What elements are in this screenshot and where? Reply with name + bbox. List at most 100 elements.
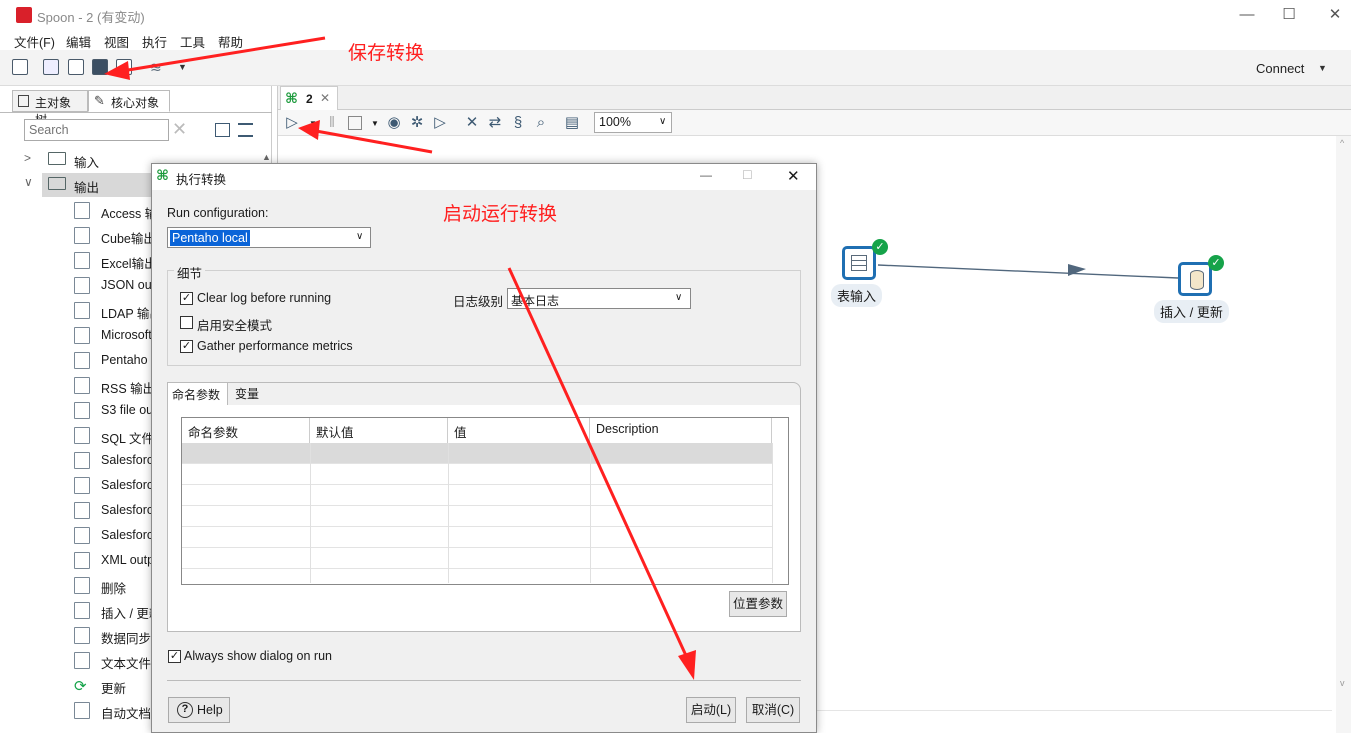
annotation-save-label: 保存转换 xyxy=(348,43,425,64)
success-check-icon: ✓ xyxy=(1208,255,1224,271)
table-row[interactable] xyxy=(182,485,772,506)
tree-item-label: 文本文件 xyxy=(101,657,152,671)
column-header-value: 值 xyxy=(448,418,590,443)
tree-item-label: 更新 xyxy=(101,682,127,696)
menu-edit[interactable]: 编辑 xyxy=(66,32,91,51)
scroll-up-icon[interactable]: ▲ xyxy=(262,152,271,162)
run-configuration-label: Run configuration: xyxy=(167,206,269,220)
divider xyxy=(310,443,311,583)
save-as-icon[interactable] xyxy=(116,59,132,75)
help-button[interactable]: ? Help xyxy=(168,697,230,723)
folder-icon xyxy=(48,152,66,165)
expand-all-icon[interactable] xyxy=(215,123,230,137)
dialog-title: 执行转换 xyxy=(176,173,227,187)
step-label: 表输入 xyxy=(831,284,883,307)
tab-core-objects[interactable]: ✎ 核心对象 xyxy=(88,90,170,112)
step-table-input[interactable] xyxy=(842,246,876,280)
step-insert-update[interactable] xyxy=(1178,262,1212,296)
excel-icon xyxy=(74,327,90,344)
json-icon xyxy=(74,277,90,294)
menu-tools[interactable]: 工具 xyxy=(180,32,205,51)
document-icon xyxy=(74,702,90,719)
run-configuration-select[interactable]: Pentaho local ∨ xyxy=(167,227,371,248)
params-table: 命名参数 默认值 值 Description xyxy=(181,417,789,585)
table-row[interactable] xyxy=(182,548,772,569)
tab-main-object-tree[interactable]: 主对象树 xyxy=(12,90,88,127)
tab-variables[interactable]: 变量 xyxy=(235,385,259,402)
safe-mode-label: 启用安全模式 xyxy=(197,319,273,333)
maximize-button[interactable]: ☐ xyxy=(1279,4,1299,26)
table-row[interactable] xyxy=(182,527,772,548)
search-input[interactable] xyxy=(24,119,169,141)
pencil-icon: ✎ xyxy=(94,93,105,108)
chevron-right-icon: > xyxy=(24,151,32,165)
table-row[interactable] xyxy=(182,506,772,527)
divider xyxy=(590,443,591,583)
menu-help[interactable]: 帮助 xyxy=(218,32,243,51)
menu-bar: 文件(F) 编辑 视图 执行 工具 帮助 xyxy=(0,30,1351,50)
start-button[interactable]: 启动(L) xyxy=(686,697,736,723)
divider xyxy=(167,680,801,681)
explore-repository-icon[interactable] xyxy=(68,59,84,75)
open-file-icon[interactable] xyxy=(43,59,59,75)
save-icon[interactable] xyxy=(92,59,108,75)
table-row[interactable] xyxy=(182,464,772,485)
close-button[interactable]: ✕ xyxy=(1325,4,1345,26)
report-icon xyxy=(74,352,90,369)
tree-item-label: 自动文档 xyxy=(101,707,152,721)
menu-view[interactable]: 视图 xyxy=(104,32,129,51)
step-label: 插入 / 更新 xyxy=(1154,300,1229,323)
column-header-description: Description xyxy=(590,418,772,443)
safe-mode-checkbox[interactable] xyxy=(180,316,193,329)
position-params-button[interactable]: 位置参数 xyxy=(729,591,787,617)
tab-named-params[interactable]: 命名参数 xyxy=(168,383,228,405)
text-file-icon xyxy=(74,652,90,669)
help-label: Help xyxy=(197,703,223,717)
sync-icon xyxy=(74,627,90,644)
log-level-label: 日志级别 xyxy=(453,295,504,309)
always-show-label: Always show dialog on run xyxy=(184,649,332,663)
dialog-title-bar: ⌘ 执行转换 — ☐ ✕ xyxy=(152,164,816,190)
new-file-icon[interactable] xyxy=(12,59,28,75)
tree-icon xyxy=(18,95,29,107)
connect-button[interactable]: Connect xyxy=(1256,61,1304,76)
tree-item-label: SQL 文件 xyxy=(101,432,155,446)
window-title: Spoon - 2 (有变动) xyxy=(37,10,145,25)
details-group-label: 细节 xyxy=(174,263,206,282)
cancel-button[interactable]: 取消(C) xyxy=(746,697,800,723)
minimize-button[interactable]: — xyxy=(1237,4,1257,26)
cube-icon xyxy=(74,227,90,244)
annotation-run-label: 启动运行转换 xyxy=(443,204,558,225)
collapse-all-icon[interactable] xyxy=(238,123,253,137)
hop-line xyxy=(877,264,1179,279)
clear-search-icon[interactable]: ✕ xyxy=(172,119,187,140)
help-icon: ? xyxy=(177,702,193,718)
salesforce-delete-icon xyxy=(74,452,90,469)
dialog-minimize-button[interactable]: — xyxy=(700,168,712,182)
chevron-down-icon[interactable]: ▼ xyxy=(178,62,187,72)
dialog-maximize-button[interactable]: ☐ xyxy=(742,168,753,182)
gather-metrics-label: Gather performance metrics xyxy=(197,339,353,353)
connect-dropdown-icon[interactable]: ▼ xyxy=(1318,63,1327,73)
tree-item-label: 删除 xyxy=(101,582,127,596)
menu-run[interactable]: 执行 xyxy=(142,32,167,51)
log-level-select[interactable]: 基本日志 ∨ xyxy=(507,288,691,309)
dialog-close-button[interactable]: ✕ xyxy=(787,167,800,185)
tab-label: 核心对象 xyxy=(111,96,160,110)
delete-icon xyxy=(74,577,90,594)
always-show-checkbox[interactable]: ✓ xyxy=(168,650,181,663)
tree-item-label: Excel输出 xyxy=(101,257,157,271)
clear-log-checkbox[interactable]: ✓ xyxy=(180,292,193,305)
tree-item-label: Microsoft xyxy=(101,328,152,342)
insert-update-icon xyxy=(1190,270,1204,290)
tree-folder-output[interactable]: ∨ 输出 xyxy=(24,173,152,197)
table-input-icon xyxy=(851,255,867,271)
table-row[interactable] xyxy=(182,443,772,464)
menu-file[interactable]: 文件(F) xyxy=(14,32,55,51)
insert-update-icon xyxy=(74,602,90,619)
gather-metrics-checkbox[interactable]: ✓ xyxy=(180,340,193,353)
layers-icon[interactable]: ≋ xyxy=(150,59,170,75)
chevron-down-icon: ∨ xyxy=(24,175,33,189)
column-header-name: 命名参数 xyxy=(182,418,310,443)
access-icon xyxy=(74,202,90,219)
